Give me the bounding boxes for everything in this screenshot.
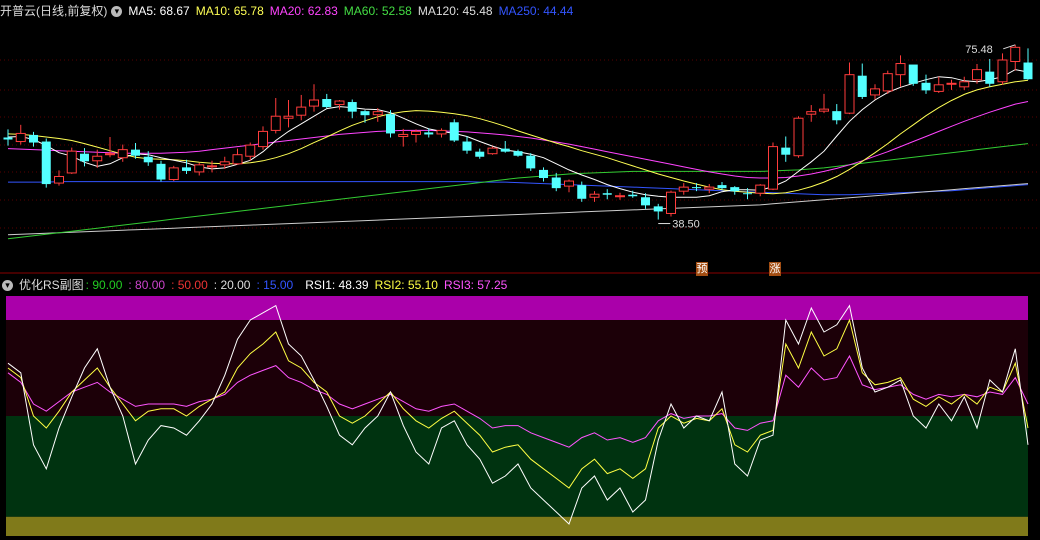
candle-body-13 bbox=[168, 167, 179, 181]
candle-body-26 bbox=[334, 100, 345, 106]
band-90-100 bbox=[6, 296, 1028, 320]
candle-body-33 bbox=[424, 132, 434, 135]
candle-body-0 bbox=[3, 137, 13, 140]
candle-body-12 bbox=[156, 163, 166, 180]
candle-body-15 bbox=[194, 164, 205, 173]
high-label: 75.48 bbox=[965, 44, 993, 56]
candle-body-4 bbox=[54, 175, 64, 184]
candle-body-73 bbox=[933, 84, 944, 92]
candle-body-69 bbox=[882, 73, 893, 92]
candle-body-58 bbox=[743, 193, 752, 195]
candle-body-46 bbox=[589, 193, 600, 198]
candle-body-34 bbox=[436, 129, 447, 135]
candle-body-10 bbox=[131, 149, 140, 156]
candle-body-45 bbox=[577, 185, 587, 199]
candle-body-51 bbox=[653, 206, 663, 212]
candle-body-21 bbox=[270, 115, 281, 131]
candle-body-70 bbox=[895, 63, 906, 76]
candle-body-55 bbox=[704, 186, 715, 190]
candle-body-77 bbox=[985, 71, 995, 84]
candle-body-43 bbox=[551, 177, 561, 189]
candle-body-8 bbox=[105, 153, 115, 156]
candle-body-3 bbox=[41, 141, 51, 185]
candle-body-6 bbox=[80, 153, 89, 162]
ma120-line bbox=[7, 183, 1029, 236]
candle-body-75 bbox=[959, 81, 970, 88]
band-8-50 bbox=[6, 416, 1028, 517]
candle-body-41 bbox=[526, 155, 536, 169]
candle-body-72 bbox=[921, 82, 931, 91]
candle-body-62 bbox=[793, 117, 804, 157]
candle-body-61 bbox=[781, 147, 791, 155]
candle-body-56 bbox=[717, 185, 727, 189]
candle-body-19 bbox=[245, 144, 256, 157]
candle-body-54 bbox=[692, 187, 701, 189]
candle-body-32 bbox=[411, 130, 421, 135]
candle-body-63 bbox=[806, 111, 817, 115]
candle-body-20 bbox=[258, 130, 268, 148]
candle-body-16 bbox=[207, 165, 217, 168]
candle-body-40 bbox=[513, 151, 523, 156]
candle-body-47 bbox=[602, 193, 612, 195]
candle-body-79 bbox=[1010, 46, 1021, 63]
candle-body-23 bbox=[296, 106, 307, 116]
candle-body-66 bbox=[844, 74, 855, 114]
band-0-8 bbox=[6, 516, 1028, 536]
candle-body-29 bbox=[372, 111, 383, 116]
candle-body-25 bbox=[322, 98, 332, 108]
candle-body-35 bbox=[449, 122, 459, 141]
candle-body-59 bbox=[755, 184, 766, 194]
candle-body-71 bbox=[908, 64, 918, 84]
candle-body-78 bbox=[997, 59, 1008, 83]
candle-body-60 bbox=[768, 146, 778, 190]
candle-body-50 bbox=[641, 197, 650, 206]
candle-body-44 bbox=[564, 180, 574, 187]
candle-body-27 bbox=[347, 102, 357, 112]
candle-body-36 bbox=[462, 141, 472, 151]
candle-body-42 bbox=[539, 169, 548, 179]
candle-body-39 bbox=[500, 148, 510, 152]
candle-body-37 bbox=[475, 151, 485, 157]
candle-body-76 bbox=[972, 69, 982, 81]
candle-body-80 bbox=[1023, 62, 1033, 80]
ma250-line bbox=[8, 181, 1029, 196]
candle-body-1 bbox=[15, 132, 26, 143]
candle-body-67 bbox=[857, 75, 867, 97]
candle-body-48 bbox=[615, 195, 625, 198]
candle-body-49 bbox=[628, 194, 638, 197]
candle-body-9 bbox=[117, 149, 128, 159]
candle-body-17 bbox=[219, 161, 230, 166]
band-50-90 bbox=[6, 320, 1028, 416]
candle-body-28 bbox=[360, 111, 370, 116]
candle-body-7 bbox=[92, 155, 103, 162]
low-label: 38.50 bbox=[672, 219, 700, 231]
candle-body-52 bbox=[666, 191, 676, 214]
candle-body-14 bbox=[182, 167, 191, 171]
tag-yu: 预 bbox=[696, 262, 708, 276]
candle-body-68 bbox=[870, 88, 880, 96]
candle-body-57 bbox=[730, 187, 740, 192]
candle-body-38 bbox=[487, 147, 498, 155]
candle-body-31 bbox=[398, 133, 409, 137]
candle-body-24 bbox=[309, 99, 319, 107]
candle-body-53 bbox=[678, 186, 689, 192]
candle-body-30 bbox=[386, 114, 395, 134]
candle-body-2 bbox=[29, 134, 38, 143]
tag-zhang: 涨 bbox=[769, 262, 781, 276]
price-chart: 75.48 38.50 bbox=[0, 44, 1040, 536]
candle-body-11 bbox=[143, 156, 153, 163]
candle-body-64 bbox=[819, 108, 829, 112]
candle-body-5 bbox=[66, 150, 77, 174]
candle-body-65 bbox=[832, 111, 842, 121]
candle-body-18 bbox=[232, 154, 243, 165]
candle-body-74 bbox=[946, 82, 957, 85]
candle-body-22 bbox=[283, 115, 294, 119]
